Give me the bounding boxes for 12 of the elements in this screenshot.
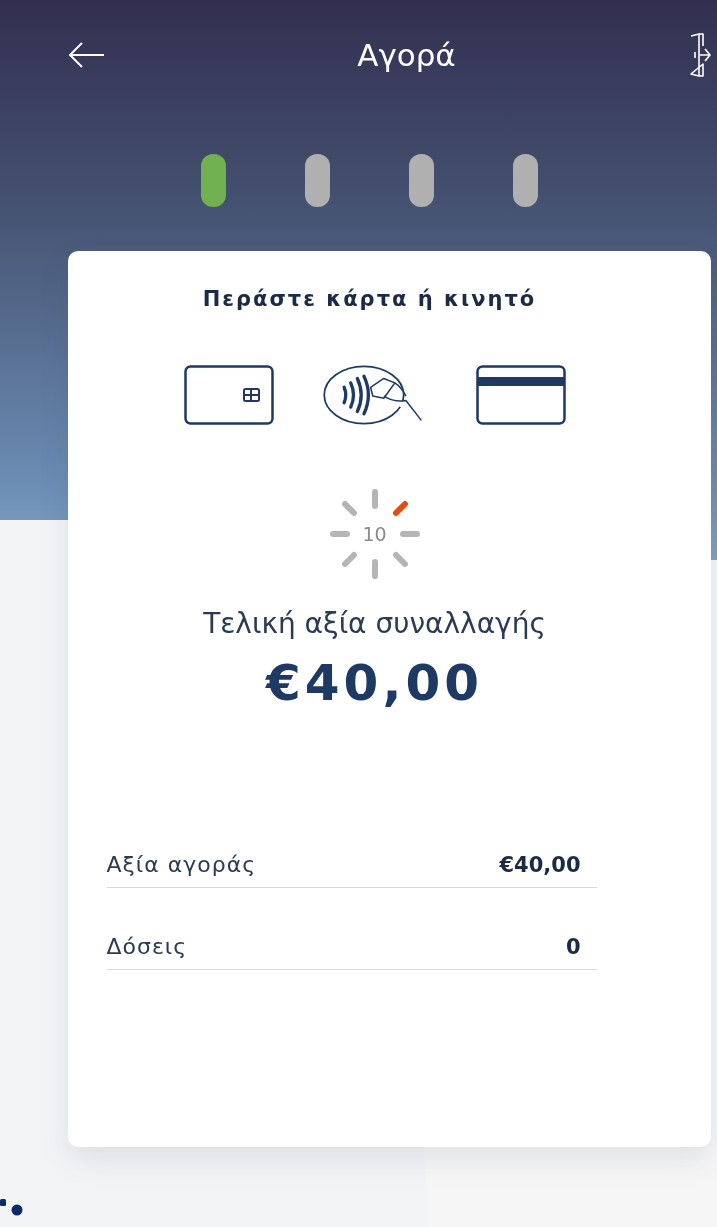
row-value: 0 [565, 934, 581, 959]
back-arrow-icon[interactable] [68, 40, 106, 70]
row-label: Δόσεις [106, 934, 188, 959]
countdown-spinner: 10 [329, 489, 420, 579]
magnetic-stripe-card-icon [475, 365, 566, 425]
row-label: Αξία αγοράς [106, 852, 257, 877]
instruction-text: Περάστε κάρτα ή κινητό [202, 287, 537, 311]
row-value: €40,00 [499, 852, 581, 877]
total-amount: €40,00 [266, 654, 483, 712]
screen-title: Αγορά [357, 37, 456, 73]
total-label: Τελική αξία συναλλαγής [203, 607, 546, 640]
chip-card-icon [183, 365, 274, 425]
